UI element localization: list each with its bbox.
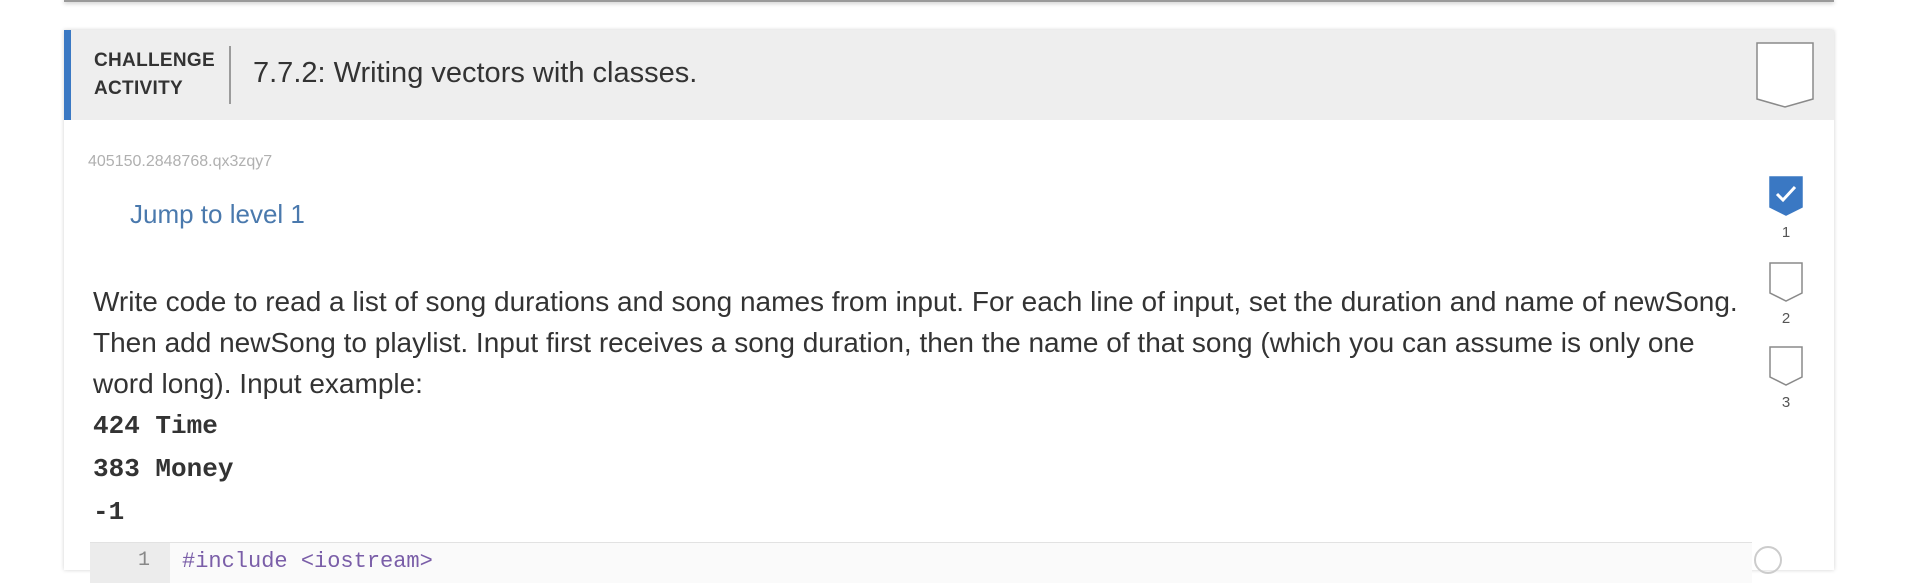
level-number: 3 [1781, 394, 1791, 411]
level-3-button[interactable]: 3 [1764, 346, 1808, 426]
completion-badge-icon [1756, 42, 1814, 108]
challenge-activity-label: CHALLENGE ACTIVITY [94, 47, 224, 103]
activity-id: 405150.2848768.qx3zqy7 [88, 153, 273, 170]
activity-header: CHALLENGE ACTIVITY 7.7.2: Writing vector… [64, 30, 1834, 120]
activity-title: 7.7.2: Writing vectors with classes. [253, 57, 698, 89]
level-2-button[interactable]: 2 [1764, 262, 1808, 342]
level-1-button[interactable]: 1 [1764, 176, 1808, 256]
empty-shield-icon [1769, 262, 1803, 302]
top-shadow-divider [64, 0, 1834, 2]
challenge-activity-card: CHALLENGE ACTIVITY 7.7.2: Writing vector… [64, 30, 1834, 583]
input-example-line: 383 Money [93, 454, 234, 484]
header-divider [229, 46, 231, 104]
header-accent-bar [64, 30, 71, 120]
level-number: 2 [1781, 310, 1791, 327]
instructions-text: Write code to read a list of song durati… [93, 286, 1738, 399]
challenge-label-line2: ACTIVITY [94, 78, 183, 99]
line-number: 1 [138, 549, 151, 572]
editor-option-icon[interactable] [1754, 546, 1782, 574]
input-example: 424 Time 383 Money -1 [93, 405, 233, 534]
editor-gutter: 1 [90, 543, 170, 583]
input-example-line: 424 Time [93, 411, 218, 441]
level-number: 1 [1781, 224, 1791, 241]
jump-to-level-link[interactable]: Jump to level 1 [130, 199, 305, 230]
editor-code-line: #include <iostream> [182, 549, 433, 574]
empty-shield-icon [1769, 346, 1803, 386]
challenge-label-line1: CHALLENGE [94, 50, 215, 71]
input-example-line: -1 [93, 497, 125, 527]
code-editor[interactable]: 1 #include <iostream> [90, 542, 1752, 583]
checkmark-shield-icon [1769, 176, 1803, 216]
